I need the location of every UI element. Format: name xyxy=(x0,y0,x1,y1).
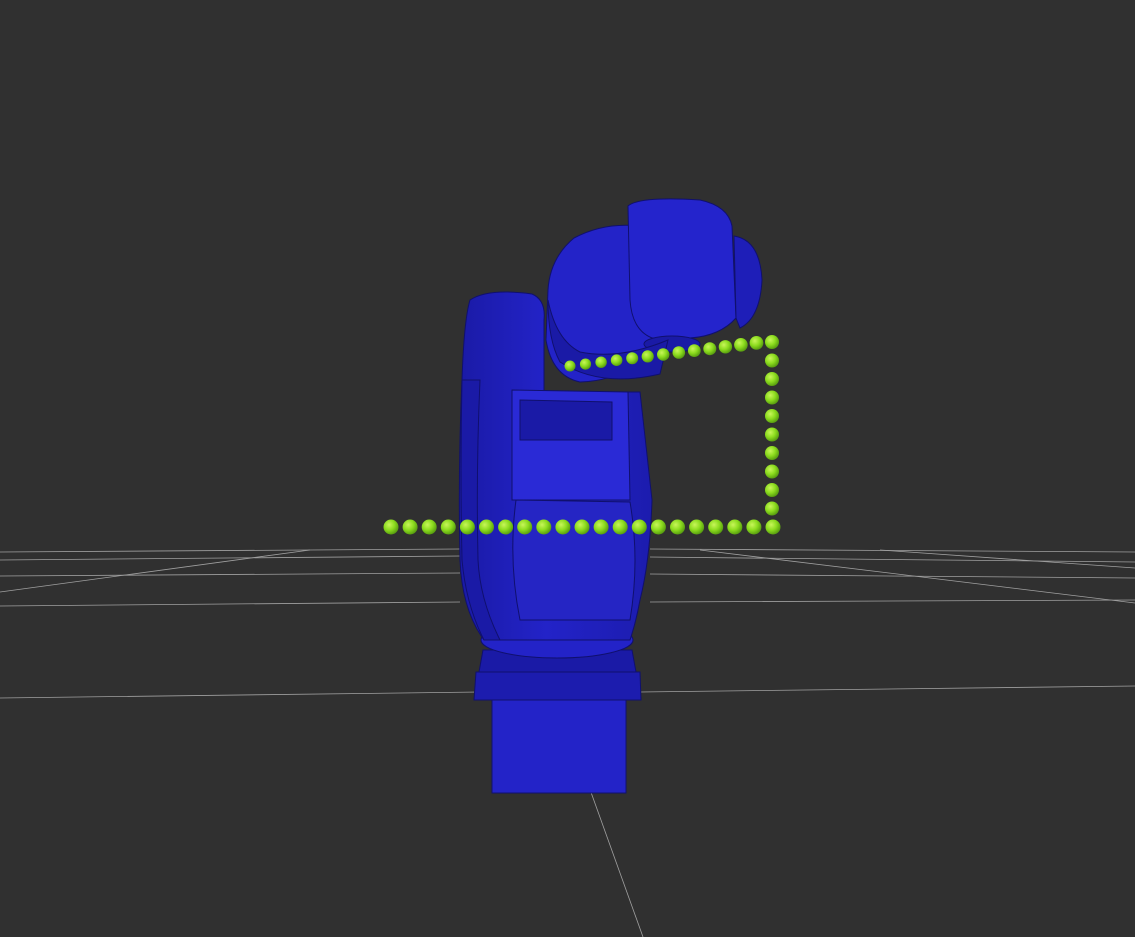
trajectory-marker xyxy=(749,336,764,350)
trajectory-marker xyxy=(746,519,762,535)
trajectory-marker xyxy=(517,519,533,535)
trajectory-marker xyxy=(555,519,571,535)
trajectory-marker xyxy=(402,519,418,535)
trajectory-marker xyxy=(383,519,399,535)
trajectory-marker xyxy=(593,519,609,535)
trajectory-marker xyxy=(765,427,779,442)
trajectory-marker xyxy=(765,390,779,405)
trajectory-marker xyxy=(718,340,733,354)
trajectory-marker xyxy=(765,483,779,497)
trajectory-marker xyxy=(765,409,779,423)
3d-viewport[interactable] xyxy=(0,0,1135,937)
robot-arm-model[interactable] xyxy=(458,198,763,794)
trajectory-marker xyxy=(479,519,494,535)
robot-forearm xyxy=(627,198,737,339)
trajectory-marker xyxy=(641,350,654,363)
trajectory-marker xyxy=(650,519,666,535)
trajectory-marker xyxy=(657,348,670,361)
trajectory-marker xyxy=(734,338,748,352)
robot-shoulder-recess xyxy=(519,399,613,441)
robot-wrist-cap xyxy=(733,235,763,329)
trajectory-marker xyxy=(595,356,607,368)
robot-base-pedestal xyxy=(491,699,627,794)
trajectory-marker xyxy=(765,372,779,386)
trajectory-marker xyxy=(672,346,686,359)
trajectory-marker xyxy=(498,519,514,535)
trajectory-marker xyxy=(440,519,456,535)
trajectory-marker xyxy=(708,519,724,535)
trajectory-marker xyxy=(765,464,779,479)
trajectory-marker xyxy=(765,335,779,349)
trajectory-marker xyxy=(610,354,623,367)
trajectory-marker xyxy=(765,519,781,535)
trajectory-marker xyxy=(626,352,639,365)
trajectory-marker xyxy=(765,446,779,460)
robot-base-flange xyxy=(473,671,642,701)
trajectory-marker xyxy=(612,519,628,535)
trajectory-marker xyxy=(670,519,685,535)
trajectory-marker xyxy=(687,344,701,357)
trajectory-marker xyxy=(421,519,437,535)
trajectory-marker xyxy=(536,519,552,535)
trajectory-marker xyxy=(727,519,743,535)
robot-lower-link-cover xyxy=(512,499,636,621)
trajectory-marker xyxy=(689,519,705,535)
trajectory-marker xyxy=(564,360,576,372)
trajectory-marker xyxy=(703,342,717,356)
trajectory-marker xyxy=(579,358,592,370)
rviz-scene[interactable] xyxy=(0,0,1135,937)
trajectory-marker xyxy=(631,519,647,535)
trajectory-marker xyxy=(574,519,590,535)
trajectory-marker xyxy=(459,519,475,535)
trajectory-marker xyxy=(765,353,779,368)
trajectory-marker xyxy=(765,501,779,516)
